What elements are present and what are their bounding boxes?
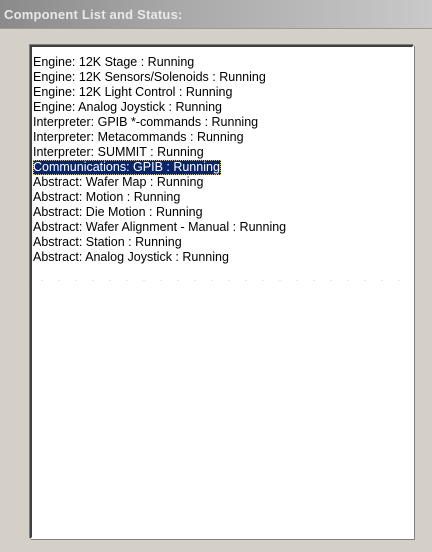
list-item-label: Engine: Analog Joystick : Running (33, 100, 223, 114)
component-listbox[interactable]: Engine: 12K Stage : Running Engine: 12K … (30, 45, 414, 539)
list-item-label: Interpreter: GPIB *-commands : Running (33, 115, 259, 129)
list-item-label: Abstract: Station : Running (33, 235, 182, 249)
list-item-communications-gpib[interactable]: Communications: GPIB : Running (32, 160, 412, 175)
list-item-abstract-motion[interactable]: Abstract: Motion : Running (32, 190, 412, 205)
panel-title: Component List and Status: (4, 7, 183, 22)
list-item-label: Abstract: Wafer Map : Running (33, 175, 204, 189)
list-item-label: Communications: GPIB : Running (33, 160, 221, 175)
component-status-panel: Component List and Status: Engine: 12K S… (0, 0, 432, 552)
list-item-interpreter-metacommands[interactable]: Interpreter: Metacommands : Running (32, 130, 412, 145)
component-list: Engine: 12K Stage : Running Engine: 12K … (32, 47, 412, 265)
list-item-label: Abstract: Wafer Alignment - Manual : Run… (33, 220, 287, 234)
list-item-label: Engine: 12K Stage : Running (33, 55, 195, 69)
list-item-engine-12k-sensors-solenoids[interactable]: Engine: 12K Sensors/Solenoids : Running (32, 70, 412, 85)
list-item-engine-analog-joystick[interactable]: Engine: Analog Joystick : Running (32, 100, 412, 115)
list-item-label: Abstract: Motion : Running (33, 190, 181, 204)
list-item-label: Interpreter: Metacommands : Running (33, 130, 244, 144)
list-item-abstract-wafer-map[interactable]: Abstract: Wafer Map : Running (32, 175, 412, 190)
list-item-interpreter-summit[interactable]: Interpreter: SUMMIT : Running (32, 145, 412, 160)
list-item-label: Engine: 12K Light Control : Running (33, 85, 233, 99)
list-item-engine-12k-light-control[interactable]: Engine: 12K Light Control : Running (32, 85, 412, 100)
list-item-abstract-wafer-alignment-manual[interactable]: Abstract: Wafer Alignment - Manual : Run… (32, 220, 412, 235)
panel-title-bar: Component List and Status: (0, 0, 432, 29)
list-item-engine-12k-stage[interactable]: Engine: 12K Stage : Running (32, 55, 412, 70)
list-item-label: Engine: 12K Sensors/Solenoids : Running (33, 70, 266, 84)
list-item-label: Interpreter: SUMMIT : Running (33, 145, 204, 159)
list-item-label: Abstract: Die Motion : Running (33, 205, 203, 219)
list-item-abstract-die-motion[interactable]: Abstract: Die Motion : Running (32, 205, 412, 220)
list-item-abstract-station[interactable]: Abstract: Station : Running (32, 235, 412, 250)
list-item-interpreter-gpib-commands[interactable]: Interpreter: GPIB *-commands : Running (32, 115, 412, 130)
list-item-abstract-analog-joystick[interactable]: Abstract: Analog Joystick : Running (32, 250, 412, 265)
list-item-label: Abstract: Analog Joystick : Running (33, 250, 229, 264)
